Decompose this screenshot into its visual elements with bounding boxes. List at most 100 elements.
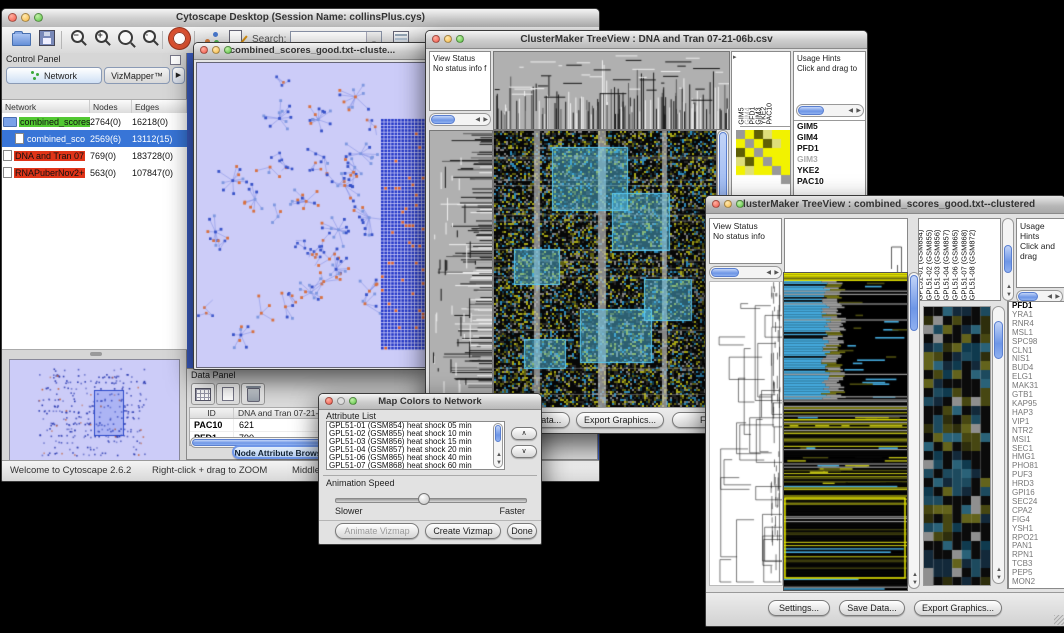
minimize-button[interactable] [724, 200, 732, 208]
file-icon [3, 167, 12, 178]
scroll-down-icon[interactable]: ▼ [1006, 292, 1012, 298]
scroll-up-icon[interactable]: ▲ [912, 572, 918, 578]
zoom-button[interactable] [224, 46, 232, 54]
tv2-global-vscrollbar[interactable]: ▲ ▼ [908, 272, 920, 589]
scroll-left-icon[interactable]: ◀ [475, 117, 480, 123]
tv1-correlation-matrix-canvas[interactable] [736, 130, 790, 186]
new-attribute-icon[interactable] [216, 383, 240, 405]
minimize-button[interactable] [444, 35, 452, 43]
move-down-button[interactable]: ∨ [511, 445, 537, 458]
scrollbar-thumb[interactable] [994, 321, 1003, 359]
node-attribute-browser-button[interactable]: Node Attribute Brows [232, 445, 324, 459]
zoom-in-icon[interactable] [90, 27, 112, 49]
scroll-right-icon[interactable]: ▶ [1055, 294, 1060, 300]
network-window-titlebar[interactable]: combined_scores_good.txt--cluste... [194, 43, 431, 60]
zoom-selected-icon[interactable] [114, 27, 136, 49]
tv2-button[interactable]: Save Data... [839, 600, 905, 616]
scrollbar-thumb[interactable] [1004, 245, 1012, 273]
tv2-heatmap-detail-canvas[interactable] [923, 306, 991, 586]
tab-network[interactable]: Network [6, 67, 102, 84]
minimize-button[interactable] [212, 46, 220, 54]
scroll-down-icon[interactable]: ▼ [996, 575, 1002, 581]
network-nodes-count: 769(0) [90, 151, 132, 161]
scroll-left-icon[interactable]: ◀ [848, 108, 853, 114]
minimize-button[interactable] [337, 397, 345, 405]
dialog-titlebar[interactable]: Map Colors to Network [319, 394, 541, 410]
delete-attribute-icon[interactable] [241, 383, 265, 405]
tv1-status-scrollbar[interactable]: ◀ ▶ [429, 113, 491, 126]
network-list-row[interactable]: combined_sco2569(6)13112(15) [2, 130, 187, 147]
network-overview-canvas[interactable] [9, 359, 180, 461]
scrollbar-thumb[interactable] [495, 425, 501, 442]
status-left: Welcome to Cytoscape 2.6.2 [10, 465, 131, 476]
tv2-row-dendrogram-canvas[interactable] [709, 281, 783, 586]
attribute-table-icon[interactable] [191, 383, 215, 405]
dialog-button[interactable]: Done [507, 523, 537, 539]
scrollbar-thumb[interactable] [1018, 292, 1038, 301]
tv2-heatmap-global-canvas[interactable] [783, 272, 908, 591]
network-name-cell: RNAPuberNov2+ [2, 167, 90, 178]
network-list-row[interactable]: DNA and Tran 07769(0)183728(0) [2, 147, 187, 164]
tv1-column-dendrogram-canvas[interactable] [493, 51, 730, 130]
tv2-detail-vscrollbar[interactable]: ▲ ▼ [992, 306, 1005, 584]
zoom-out-icon[interactable] [66, 27, 88, 49]
attribute-list-item[interactable]: GPL51-07 (GSM868) heat shock 60 min [327, 462, 504, 470]
scrollbar-thumb[interactable] [910, 275, 918, 331]
scrollbar-thumb[interactable] [711, 268, 739, 277]
dialog-button[interactable]: Animate Vizmap [335, 523, 419, 539]
move-up-button[interactable]: ∧ [511, 427, 537, 440]
zoom-button[interactable] [736, 200, 744, 208]
close-button[interactable] [432, 35, 440, 43]
tv2-labels-scrollbar[interactable]: ▲ ▼ [1002, 218, 1014, 301]
save-icon[interactable] [36, 27, 58, 49]
scroll-left-icon[interactable]: ◀ [766, 270, 771, 276]
attribute-listbox[interactable]: GPL51-01 (GSM854) heat shock 05 minGPL51… [326, 421, 505, 470]
network-table-header[interactable]: Network Nodes Edges [2, 99, 187, 114]
treeview1-titlebar[interactable]: ClusterMaker TreeView : DNA and Tran 07-… [426, 31, 867, 49]
main-titlebar[interactable]: Cytoscape Desktop (Session Name: collins… [2, 9, 599, 28]
close-button[interactable] [712, 200, 720, 208]
tv2-button[interactable]: Export Graphics... [914, 600, 1002, 616]
zoom-fit-icon[interactable] [138, 27, 160, 49]
zoom-button[interactable] [34, 13, 43, 22]
scroll-down-icon[interactable]: ▼ [496, 460, 502, 466]
minimize-button[interactable] [21, 13, 30, 22]
tv1-usage-scrollbar[interactable]: ◀ ▶ [796, 104, 864, 117]
tab-vizmapper[interactable]: VizMapper™ [104, 67, 170, 84]
scroll-up-icon[interactable]: ▲ [996, 567, 1002, 573]
scroll-right-icon[interactable]: ▶ [856, 108, 861, 114]
scrollbar-thumb[interactable] [431, 115, 455, 124]
tv2-status-scrollbar[interactable]: ◀ ▶ [709, 266, 782, 279]
scroll-left-icon[interactable]: ◀ [1047, 294, 1052, 300]
scroll-right-icon[interactable]: ▶ [774, 270, 779, 276]
help-ring-icon[interactable] [168, 27, 190, 49]
tv1-heatmap-canvas[interactable] [493, 130, 717, 408]
resize-grip[interactable] [1054, 615, 1064, 625]
dialog-button[interactable]: Create Vizmap [425, 523, 501, 539]
zoom-button[interactable] [456, 35, 464, 43]
float-panel-icon[interactable] [170, 55, 181, 65]
close-button[interactable] [200, 46, 208, 54]
zoom-button[interactable] [349, 397, 357, 405]
network-list-row[interactable]: RNAPuberNov2+563(0)107847(0) [2, 164, 187, 181]
scroll-up-icon[interactable]: ▲ [496, 452, 502, 458]
tv1-row-dendrogram-canvas[interactable] [429, 130, 493, 408]
scroll-up-icon[interactable]: ▲ [1006, 284, 1012, 290]
speed-slider-thumb[interactable] [418, 493, 430, 505]
close-button[interactable] [325, 397, 333, 405]
scroll-right-icon[interactable]: ▶ [483, 117, 488, 123]
network-graph-canvas[interactable] [196, 62, 429, 368]
tv2-button[interactable]: Settings... [768, 600, 830, 616]
close-button[interactable] [8, 13, 17, 22]
network-list-row[interactable]: combined_scores2764(0)16218(0) [2, 113, 187, 130]
dialog-list-scrollbar[interactable]: ▲ ▼ [493, 423, 503, 468]
treeview2-titlebar[interactable]: ClusterMaker TreeView : combined_scores_… [706, 196, 1064, 214]
speed-slider-track[interactable] [335, 498, 527, 503]
strip-arrow-icon[interactable]: ▸ [733, 53, 737, 61]
scroll-down-icon[interactable]: ▼ [912, 580, 918, 586]
open-file-icon[interactable] [10, 27, 32, 49]
tab-overflow-icon[interactable]: ▶ [172, 67, 185, 84]
scrollbar-thumb[interactable] [798, 106, 824, 115]
tv1-button[interactable]: Export Graphics... [576, 412, 664, 428]
splitter-handle[interactable] [90, 352, 102, 356]
